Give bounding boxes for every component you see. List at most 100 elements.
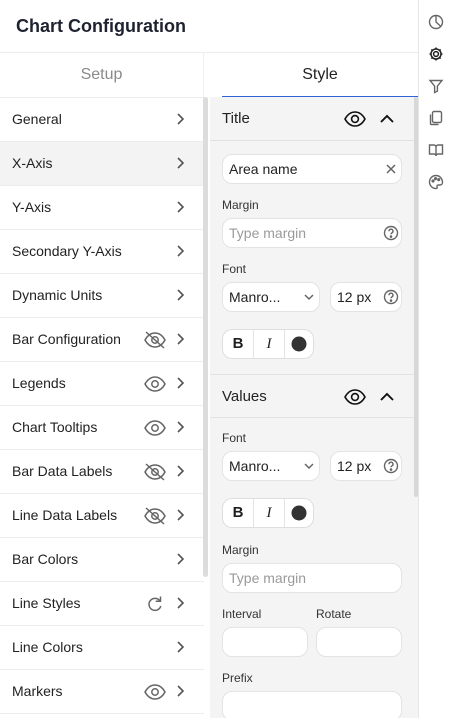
eye-icon[interactable] xyxy=(143,373,167,395)
pie-chart-icon[interactable] xyxy=(428,14,444,30)
eye-icon[interactable] xyxy=(143,681,167,703)
book-icon[interactable] xyxy=(428,142,444,158)
title-margin-input[interactable]: Type margin xyxy=(222,218,402,248)
list-item-label: Markers xyxy=(12,683,63,699)
chevron-right-icon xyxy=(177,553,185,565)
margin-label: Margin xyxy=(222,543,259,557)
list-item-x-axis[interactable]: X-Axis xyxy=(0,142,204,186)
eye-off-icon[interactable] xyxy=(143,461,167,483)
chevron-right-icon xyxy=(177,289,185,301)
list-item-label: General xyxy=(12,111,62,127)
interval-input[interactable] xyxy=(222,627,308,657)
list-item-line-data-labels[interactable]: Line Data Labels xyxy=(0,494,204,538)
title-font-size-input[interactable]: 12 px xyxy=(330,282,402,312)
bold-button[interactable]: B xyxy=(223,499,253,527)
help-icon[interactable] xyxy=(383,289,399,305)
help-icon[interactable] xyxy=(383,225,399,241)
list-item-label: Dynamic Units xyxy=(12,287,103,303)
list-item-label: Secondary Y-Axis xyxy=(12,243,122,259)
list-item-chart-tooltips[interactable]: Chart Tooltips xyxy=(0,406,204,450)
palette-icon[interactable] xyxy=(428,174,444,190)
list-item-y-axis[interactable]: Y-Axis xyxy=(0,186,204,230)
refresh-icon[interactable] xyxy=(143,593,167,615)
panel-header: Chart Configuration xyxy=(0,0,418,52)
list-item-label: Bar Colors xyxy=(12,551,79,567)
list-item-bar-configuration[interactable]: Bar Configuration xyxy=(0,318,204,362)
chevron-up-icon[interactable] xyxy=(378,388,396,406)
title-font-family-select[interactable]: Manro... xyxy=(222,282,320,312)
style-panel: Title Area name Margin Type margin Font … xyxy=(210,97,418,718)
list-item-bar-colors[interactable]: Bar Colors xyxy=(0,538,204,582)
list-item-dynamic-units[interactable]: Dynamic Units xyxy=(0,274,204,318)
list-item-label: Bar Configuration xyxy=(12,331,121,347)
title-section-header[interactable]: Title xyxy=(210,97,414,141)
values-font-family-select[interactable]: Manro... xyxy=(222,451,320,481)
chevron-right-icon xyxy=(177,157,185,169)
margin-placeholder: Type margin xyxy=(229,225,307,241)
chevron-right-icon xyxy=(177,465,185,477)
style-panel-scrollbar[interactable] xyxy=(414,97,418,497)
font-family-value: Manro... xyxy=(229,458,281,474)
font-size-value: 12 px xyxy=(337,289,372,305)
list-item-secondary-y-axis[interactable]: Secondary Y-Axis xyxy=(0,230,204,274)
list-item-line-colors[interactable]: Line Colors xyxy=(0,626,204,670)
chevron-right-icon xyxy=(177,421,185,433)
eye-off-icon[interactable] xyxy=(143,329,167,351)
setup-section-list: General X-Axis Y-Axis Secondary Y-Axis D… xyxy=(0,97,204,718)
list-item-general[interactable]: General xyxy=(0,98,204,142)
list-item-label: Legends xyxy=(12,375,66,391)
chevron-right-icon xyxy=(177,377,185,389)
chevron-down-icon xyxy=(304,463,314,470)
color-swatch-icon xyxy=(291,505,307,521)
list-item-label: Line Styles xyxy=(12,595,81,611)
color-swatch-icon xyxy=(291,336,307,352)
section-title: Title xyxy=(222,110,250,127)
tab-style[interactable]: Style xyxy=(222,53,418,98)
bold-button[interactable]: B xyxy=(223,330,253,358)
list-item-legends[interactable]: Legends xyxy=(0,362,204,406)
font-size-value: 12 px xyxy=(337,458,372,474)
chevron-up-icon[interactable] xyxy=(378,110,396,128)
list-item-bar-data-labels[interactable]: Bar Data Labels xyxy=(0,450,204,494)
italic-button[interactable]: I xyxy=(254,499,284,527)
eye-icon[interactable] xyxy=(343,387,367,407)
values-margin-input[interactable]: Type margin xyxy=(222,563,402,593)
values-section-header[interactable]: Values xyxy=(210,374,414,418)
eye-icon[interactable] xyxy=(143,417,167,439)
list-item-label: Bar Data Labels xyxy=(12,463,113,479)
page-title: Chart Configuration xyxy=(16,16,186,36)
italic-button[interactable]: I xyxy=(254,330,284,358)
section-title: Values xyxy=(222,388,267,405)
copy-document-icon[interactable] xyxy=(428,110,444,126)
close-icon[interactable] xyxy=(383,161,399,177)
help-icon[interactable] xyxy=(383,458,399,474)
margin-label: Margin xyxy=(222,198,259,212)
list-item-markers[interactable]: Markers xyxy=(0,670,204,714)
chevron-right-icon xyxy=(177,333,185,345)
filter-icon[interactable] xyxy=(428,78,444,94)
gear-icon[interactable] xyxy=(428,46,444,62)
chevron-right-icon xyxy=(177,641,185,653)
title-format-group: B I xyxy=(222,329,314,359)
font-color-button[interactable] xyxy=(284,330,314,358)
list-item-label: Line Colors xyxy=(12,639,83,655)
tab-setup[interactable]: Setup xyxy=(0,53,204,98)
chevron-down-icon xyxy=(304,294,314,301)
rotate-input[interactable] xyxy=(316,627,402,657)
chevron-right-icon xyxy=(177,201,185,213)
chevron-right-icon xyxy=(177,509,185,521)
title-name-field[interactable]: Area name xyxy=(222,154,402,184)
tab-bar: Setup Style xyxy=(0,52,418,98)
font-color-button[interactable] xyxy=(284,499,314,527)
prefix-input[interactable] xyxy=(222,691,402,718)
list-item-label: Y-Axis xyxy=(12,199,52,215)
eye-off-icon[interactable] xyxy=(143,505,167,527)
values-font-size-input[interactable]: 12 px xyxy=(330,451,402,481)
title-name-value: Area name xyxy=(229,161,298,177)
eye-icon[interactable] xyxy=(343,109,367,129)
left-scrollbar[interactable] xyxy=(203,97,208,577)
font-label: Font xyxy=(222,431,247,445)
list-item-label: X-Axis xyxy=(12,155,53,171)
list-item-line-styles[interactable]: Line Styles xyxy=(0,582,204,626)
prefix-label: Prefix xyxy=(222,671,253,685)
